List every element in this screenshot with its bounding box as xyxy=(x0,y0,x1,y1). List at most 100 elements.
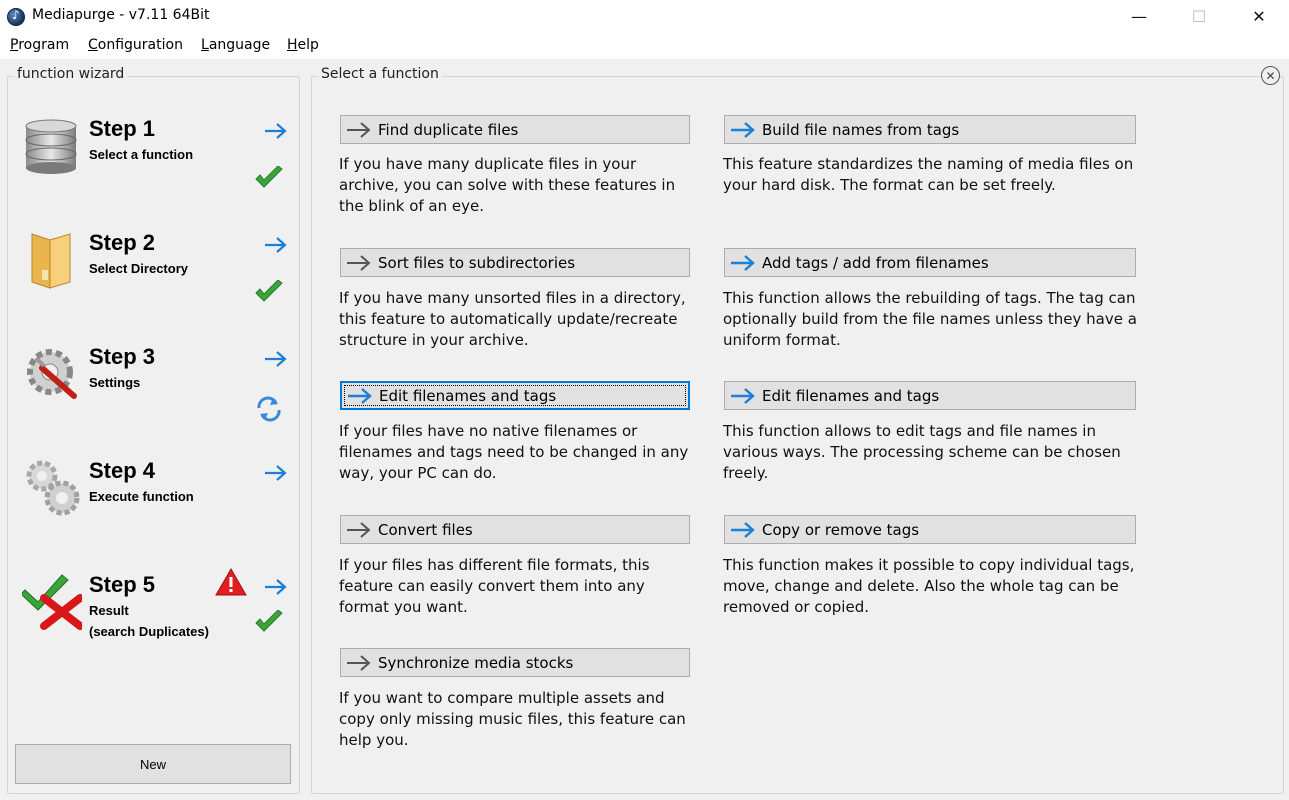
sort-files-button[interactable]: Sort files to subdirectories xyxy=(340,248,690,277)
button-label: Synchronize media stocks xyxy=(378,653,574,672)
arrow-right-blue-icon xyxy=(731,521,755,538)
step-title: Step 3 xyxy=(89,344,156,369)
close-button[interactable]: ✕ xyxy=(1230,0,1288,33)
desc-line: copy only missing music files, this feat… xyxy=(339,710,686,728)
step-subtitle: Execute function xyxy=(89,489,194,504)
desc-line: This feature standardizes the naming of … xyxy=(723,155,1134,173)
function-description: If your files have no native filenames o… xyxy=(339,421,759,484)
arrow-right-gray-icon xyxy=(347,654,371,671)
step-3[interactable]: Step 3 Settings xyxy=(18,344,298,444)
edit-filenames-tags-button-left[interactable]: Edit filenames and tags xyxy=(340,381,690,410)
function-description: If you have many unsorted files in a dir… xyxy=(339,288,759,351)
gears-icon xyxy=(22,458,82,518)
arrow-right-gray-icon xyxy=(347,521,371,538)
step-subtitle-line2: (search Duplicates) xyxy=(89,624,209,639)
arrow-right-icon[interactable] xyxy=(264,464,288,482)
step-title: Step 5 xyxy=(89,572,156,597)
desc-line: filenames and tags need to be changed in… xyxy=(339,443,689,461)
step-subtitle-line1: Result xyxy=(89,603,129,618)
desc-line: If you have many duplicate files in your xyxy=(339,155,637,173)
edit-filenames-tags-button-right[interactable]: Edit filenames and tags xyxy=(724,381,1136,410)
menu-program[interactable]: Program xyxy=(10,37,69,53)
convert-files-button[interactable]: Convert files xyxy=(340,515,690,544)
step-title: Step 4 xyxy=(89,458,156,483)
app-icon xyxy=(7,8,25,26)
arrow-right-blue-icon xyxy=(731,121,755,138)
desc-line: move, change and delete. Also the whole … xyxy=(723,577,1119,595)
arrow-right-icon[interactable] xyxy=(264,350,288,368)
warning-icon xyxy=(215,567,247,596)
button-label: Sort files to subdirectories xyxy=(378,253,576,272)
database-icon xyxy=(22,116,82,176)
step-subtitle: Result (search Duplicates) xyxy=(89,600,209,642)
step-1[interactable]: Step 1 Select a function xyxy=(18,116,298,216)
checkmark-icon xyxy=(254,279,284,304)
button-label: Build file names from tags xyxy=(762,120,960,139)
copy-remove-tags-button[interactable]: Copy or remove tags xyxy=(724,515,1136,544)
title-bar: Mediapurge - v7.11 64Bit — ☐ ✕ xyxy=(0,0,1289,33)
desc-line: optionally build from the file names unl… xyxy=(723,310,1137,328)
desc-line: various ways. The processing scheme can … xyxy=(723,443,1121,461)
checkmark-icon xyxy=(254,165,284,190)
menu-language[interactable]: Language xyxy=(201,37,270,53)
synchronize-media-button[interactable]: Synchronize media stocks xyxy=(340,648,690,677)
desc-line: structure in your archive. xyxy=(339,331,529,349)
desc-line: your hard disk. The format can be set fr… xyxy=(723,176,1056,194)
function-description: If you have many duplicate files in your… xyxy=(339,154,759,217)
step-5[interactable]: Step 5 Result (search Duplicates) xyxy=(18,567,298,672)
desc-line: this feature to automatically update/rec… xyxy=(339,310,678,328)
add-tags-button[interactable]: Add tags / add from filenames xyxy=(724,248,1136,277)
menu-bar: Program Configuration Language Help xyxy=(0,33,1289,59)
desc-line: If you have many unsorted files in a dir… xyxy=(339,289,686,307)
build-file-names-button[interactable]: Build file names from tags xyxy=(724,115,1136,144)
wizard-title: function wizard xyxy=(14,66,128,82)
button-label: Edit filenames and tags xyxy=(379,386,557,405)
arrow-right-blue-icon xyxy=(348,387,372,404)
refresh-icon xyxy=(254,394,284,422)
function-description: This feature standardizes the naming of … xyxy=(723,154,1173,196)
step-title: Step 1 xyxy=(89,116,156,141)
desc-line: help you. xyxy=(339,731,409,749)
checkmark-icon xyxy=(254,609,284,634)
desc-line: way, your PC can do. xyxy=(339,464,497,482)
step-2[interactable]: Step 2 Select Directory xyxy=(18,230,298,330)
menu-configuration[interactable]: Configuration xyxy=(88,37,183,53)
button-label: Add tags / add from filenames xyxy=(762,253,989,272)
close-circle-icon[interactable]: ✕ xyxy=(1261,66,1280,85)
function-description: If you want to compare multiple assets a… xyxy=(339,688,759,751)
menu-help[interactable]: Help xyxy=(287,37,319,53)
find-duplicate-files-button[interactable]: Find duplicate files xyxy=(340,115,690,144)
function-description: This function makes it possible to copy … xyxy=(723,555,1173,618)
step-4[interactable]: Step 4 Execute function xyxy=(18,458,298,558)
button-label: Copy or remove tags xyxy=(762,520,920,539)
function-description: If your files has different file formats… xyxy=(339,555,759,618)
new-button[interactable]: New xyxy=(15,744,291,784)
desc-line: feature can easily convert them into any xyxy=(339,577,645,595)
desc-line: If your files has different file formats… xyxy=(339,556,650,574)
arrow-right-icon[interactable] xyxy=(264,122,288,140)
button-label: Convert files xyxy=(378,520,473,539)
function-panel-title: Select a function xyxy=(318,66,442,82)
minimize-button[interactable]: — xyxy=(1110,0,1168,33)
desc-line: If your files have no native filenames o… xyxy=(339,422,638,440)
step-title: Step 2 xyxy=(89,230,156,255)
maximize-button[interactable]: ☐ xyxy=(1170,0,1228,33)
desc-line: archive, you can solve with these featur… xyxy=(339,176,676,194)
button-label: Edit filenames and tags xyxy=(762,386,940,405)
desc-line: This function makes it possible to copy … xyxy=(723,556,1135,574)
arrow-right-icon[interactable] xyxy=(264,236,288,254)
arrow-right-icon[interactable] xyxy=(264,578,288,596)
function-description: This function allows to edit tags and fi… xyxy=(723,421,1173,484)
arrow-right-gray-icon xyxy=(347,254,371,271)
desc-line: This function allows the rebuilding of t… xyxy=(723,289,1136,307)
button-label: Find duplicate files xyxy=(378,120,519,139)
desc-line: This function allows to edit tags and fi… xyxy=(723,422,1096,440)
step-subtitle: Settings xyxy=(89,375,141,390)
arrow-right-blue-icon xyxy=(731,254,755,271)
arrow-right-gray-icon xyxy=(347,121,371,138)
desc-line: uniform format. xyxy=(723,331,841,349)
desc-line: freely. xyxy=(723,464,769,482)
settings-gear-icon xyxy=(22,344,82,404)
desc-line: the blink of an eye. xyxy=(339,197,484,215)
desc-line: format you want. xyxy=(339,598,468,616)
